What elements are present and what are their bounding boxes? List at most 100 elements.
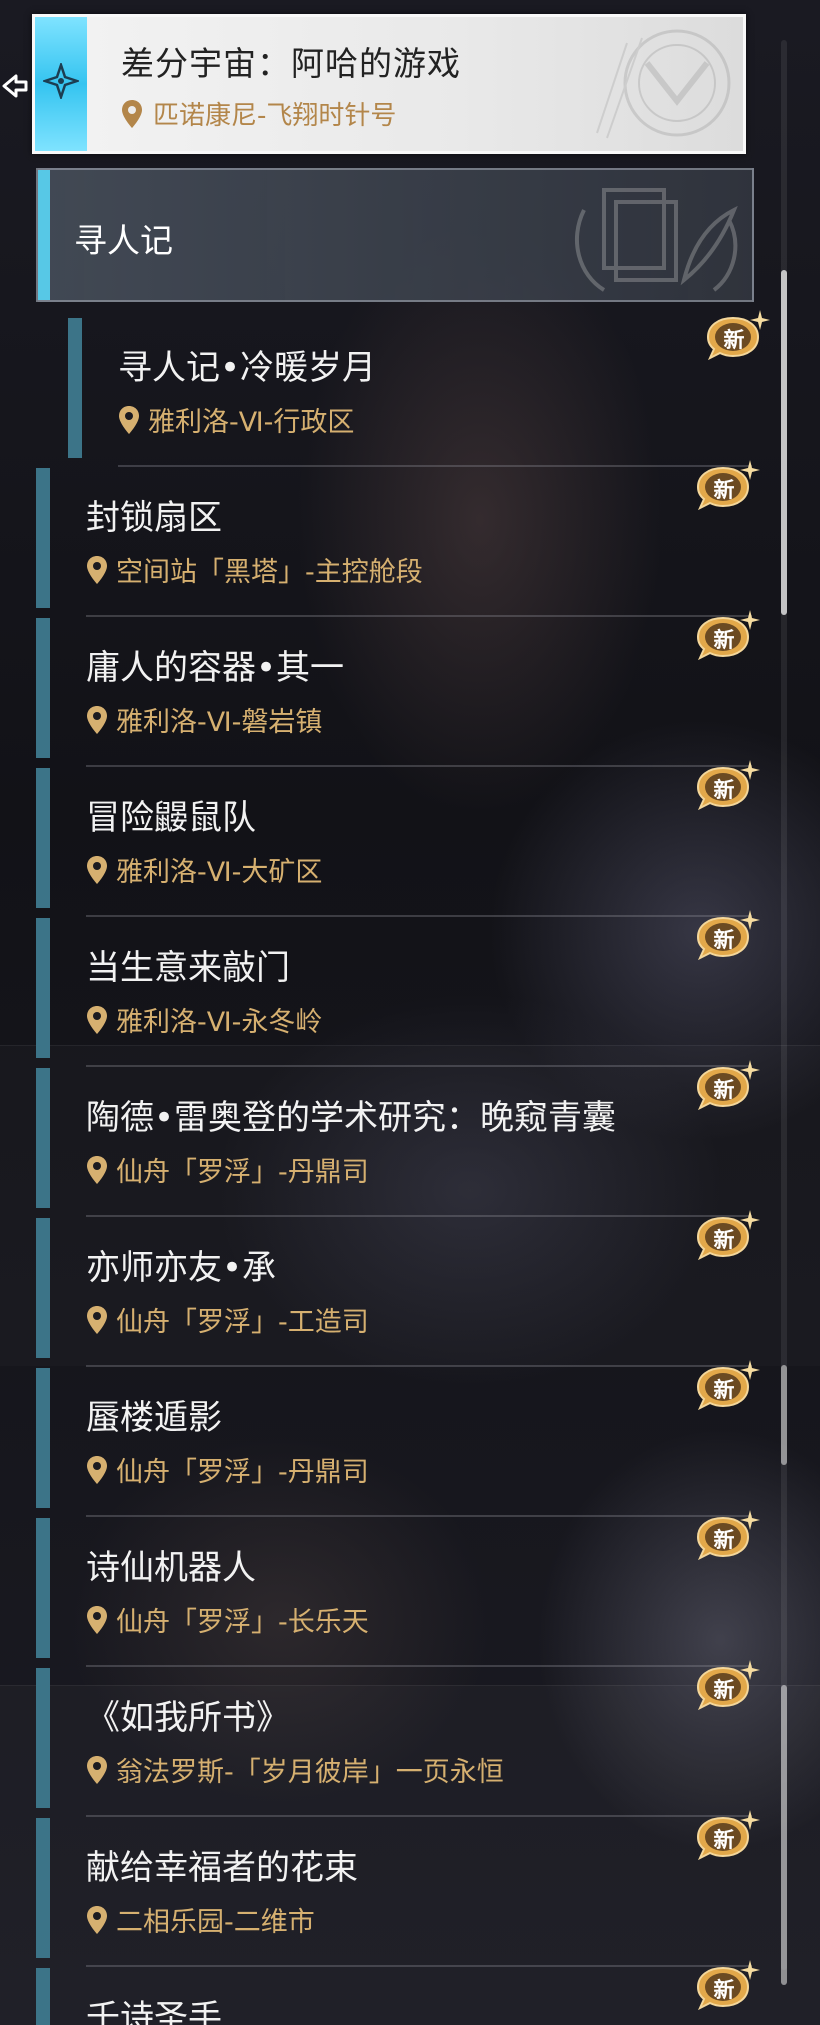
location-pin-icon xyxy=(87,1455,107,1484)
location-pin-icon xyxy=(87,1755,107,1784)
sparkle-icon xyxy=(740,1060,760,1080)
sparkle-icon xyxy=(740,760,760,780)
quest-location-text: 仙舟「罗浮」-长乐天 xyxy=(116,1607,369,1638)
quest-accent-bar xyxy=(36,1368,50,1508)
quest-item[interactable]: 冒险鼹鼠队雅利洛-Ⅵ-大矿区 xyxy=(36,768,752,917)
quest-divider xyxy=(86,1065,752,1067)
quest-item[interactable]: 寻人记•冷暖岁月雅利洛-Ⅵ-行政区 xyxy=(68,318,752,467)
location-pin-icon xyxy=(122,99,142,128)
new-badge: 新 xyxy=(696,1210,760,1268)
quest-location: 仙舟「罗浮」-丹鼎司 xyxy=(86,1450,369,1489)
quest-location: 仙舟「罗浮」-工造司 xyxy=(86,1300,369,1339)
location-pin-icon xyxy=(87,1605,107,1634)
scrollbar-segment xyxy=(781,1685,787,1985)
quest-location-text: 雅利洛-Ⅵ-磐岩镇 xyxy=(116,707,323,738)
sparkle-icon xyxy=(750,310,770,330)
quest-accent-bar xyxy=(36,768,50,908)
quest-location: 雅利洛-Ⅵ-行政区 xyxy=(118,400,354,439)
location-pin-icon xyxy=(87,1305,107,1334)
quest-title: 蜃楼遁影 xyxy=(86,1398,222,1438)
quest-accent-bar xyxy=(36,1518,50,1658)
location-pin-icon xyxy=(87,1905,107,1934)
scrollbar-segment xyxy=(781,1365,787,1465)
quest-item[interactable]: 当生意来敲门 雅利洛-Ⅵ-永冬岭 xyxy=(36,918,752,1067)
quest-title: 献给幸福者的花束 xyxy=(86,1848,358,1888)
quest-location: 空间站「黑塔」-主控舱段 xyxy=(86,550,423,589)
new-badge: 新 xyxy=(696,1660,760,1718)
quest-title: 庸人的容器•其一 xyxy=(86,648,345,688)
quest-accent-bar xyxy=(36,468,50,608)
quest-location: 翁法罗斯-「岁月彼岸」一页永恒 xyxy=(86,1750,504,1789)
current-mission-card[interactable]: 差分宇宙：阿哈的游戏 匹诺康尼-飞翔时针号 xyxy=(32,14,746,154)
new-badge: 新 xyxy=(696,760,760,818)
quest-divider xyxy=(86,1365,752,1367)
quest-title: 千诗圣手 xyxy=(86,1998,222,2025)
quest-item[interactable]: 诗仙机器人仙舟「罗浮」-长乐天 xyxy=(36,1518,752,1667)
quest-item[interactable]: 陶德•雷奥登的学术研究：晚窥青囊仙舟「罗浮」-丹鼎司 xyxy=(36,1068,752,1217)
quest-location: 雅利洛-Ⅵ-磐岩镇 xyxy=(86,700,322,739)
mission-location-text: 匹诺康尼-飞翔时针号 xyxy=(153,101,397,131)
quest-divider xyxy=(86,765,752,767)
quest-item[interactable]: 蜃楼遁影仙舟「罗浮」-丹鼎司 xyxy=(36,1368,752,1517)
quest-title: 封锁扇区 xyxy=(86,498,222,538)
quest-location-text: 雅利洛-Ⅵ-大矿区 xyxy=(116,857,323,888)
sparkle-icon xyxy=(740,1960,760,1980)
quest-location-text: 仙舟「罗浮」-丹鼎司 xyxy=(116,1157,369,1188)
category-label: 寻人记 xyxy=(74,221,173,260)
quest-item[interactable]: 千诗圣手 xyxy=(36,1968,752,2025)
quest-item[interactable]: 献给幸福者的花束二相乐园-二维市 xyxy=(36,1818,752,1967)
quest-location-text: 仙舟「罗浮」-工造司 xyxy=(116,1307,369,1338)
quest-location: 雅利洛-Ⅵ-永冬岭 xyxy=(86,1000,322,1039)
quest-list-screen: 差分宇宙：阿哈的游戏 匹诺康尼-飞翔时针号 寻人记 寻人记•冷暖岁月 雅利洛-Ⅵ… xyxy=(0,0,820,2025)
notebook-quill-icon xyxy=(574,188,738,292)
faction-emblem-icon xyxy=(596,29,731,139)
sparkle-icon xyxy=(740,1510,760,1530)
new-badge: 新 xyxy=(706,310,770,368)
location-pin-icon xyxy=(87,855,107,884)
quest-location-text: 空间站「黑塔」-主控舱段 xyxy=(116,557,423,588)
quest-title: 诗仙机器人 xyxy=(86,1548,256,1588)
quest-accent-bar xyxy=(36,1818,50,1958)
new-badge: 新 xyxy=(696,1510,760,1568)
quest-location: 仙舟「罗浮」-长乐天 xyxy=(86,1600,369,1639)
quest-item[interactable]: 庸人的容器•其一雅利洛-Ⅵ-磐岩镇 xyxy=(36,618,752,767)
quest-divider xyxy=(86,1965,752,1967)
quest-accent-bar xyxy=(68,318,82,458)
quest-location-text: 翁法罗斯-「岁月彼岸」一页永恒 xyxy=(116,1757,504,1788)
quest-accent-bar xyxy=(36,1218,50,1358)
quest-location-text: 雅利洛-Ⅵ-行政区 xyxy=(148,407,355,438)
quest-accent-bar xyxy=(36,1968,50,2025)
scrollbar-thumb[interactable] xyxy=(781,270,787,615)
quest-accent-bar xyxy=(36,618,50,758)
sparkle-icon xyxy=(740,1360,760,1380)
quest-title: 陶德•雷奥登的学术研究：晚窥青囊 xyxy=(86,1098,617,1138)
collapse-arrow-icon[interactable] xyxy=(0,68,30,104)
quest-location-text: 二相乐园-二维市 xyxy=(116,1907,315,1938)
quest-title: 冒险鼹鼠队 xyxy=(86,798,256,838)
quest-title: 寻人记•冷暖岁月 xyxy=(118,348,377,388)
quest-item[interactable]: 封锁扇区空间站「黑塔」-主控舱段 xyxy=(36,468,752,617)
location-pin-icon xyxy=(87,1155,107,1184)
location-pin-icon xyxy=(119,405,139,434)
quest-divider xyxy=(118,465,752,467)
quest-item[interactable]: 亦师亦友•承 仙舟「罗浮」-工造司 xyxy=(36,1218,752,1367)
mission-location: 匹诺康尼-飞翔时针号 xyxy=(121,95,396,132)
sparkle-icon xyxy=(740,1210,760,1230)
sparkle-icon xyxy=(740,910,760,930)
quest-divider xyxy=(86,1665,752,1667)
new-badge: 新 xyxy=(696,1360,760,1418)
quest-divider xyxy=(86,615,752,617)
category-header-seeker[interactable]: 寻人记 xyxy=(36,168,754,302)
new-badge: 新 xyxy=(696,1960,760,2018)
quest-item[interactable]: 《如我所书》 翁法罗斯-「岁月彼岸」一页永恒 xyxy=(36,1668,752,1817)
quest-location-text: 雅利洛-Ⅵ-永冬岭 xyxy=(116,1007,323,1038)
sparkle-icon xyxy=(740,1660,760,1680)
quest-accent-bar xyxy=(36,918,50,1058)
sparkle-icon xyxy=(740,610,760,630)
new-badge: 新 xyxy=(696,1810,760,1868)
new-badge: 新 xyxy=(696,460,760,518)
quest-accent-bar xyxy=(36,1668,50,1808)
list-scrollbar[interactable] xyxy=(781,40,787,1970)
diamond-star-icon xyxy=(43,63,79,99)
quest-location: 雅利洛-Ⅵ-大矿区 xyxy=(86,850,322,889)
